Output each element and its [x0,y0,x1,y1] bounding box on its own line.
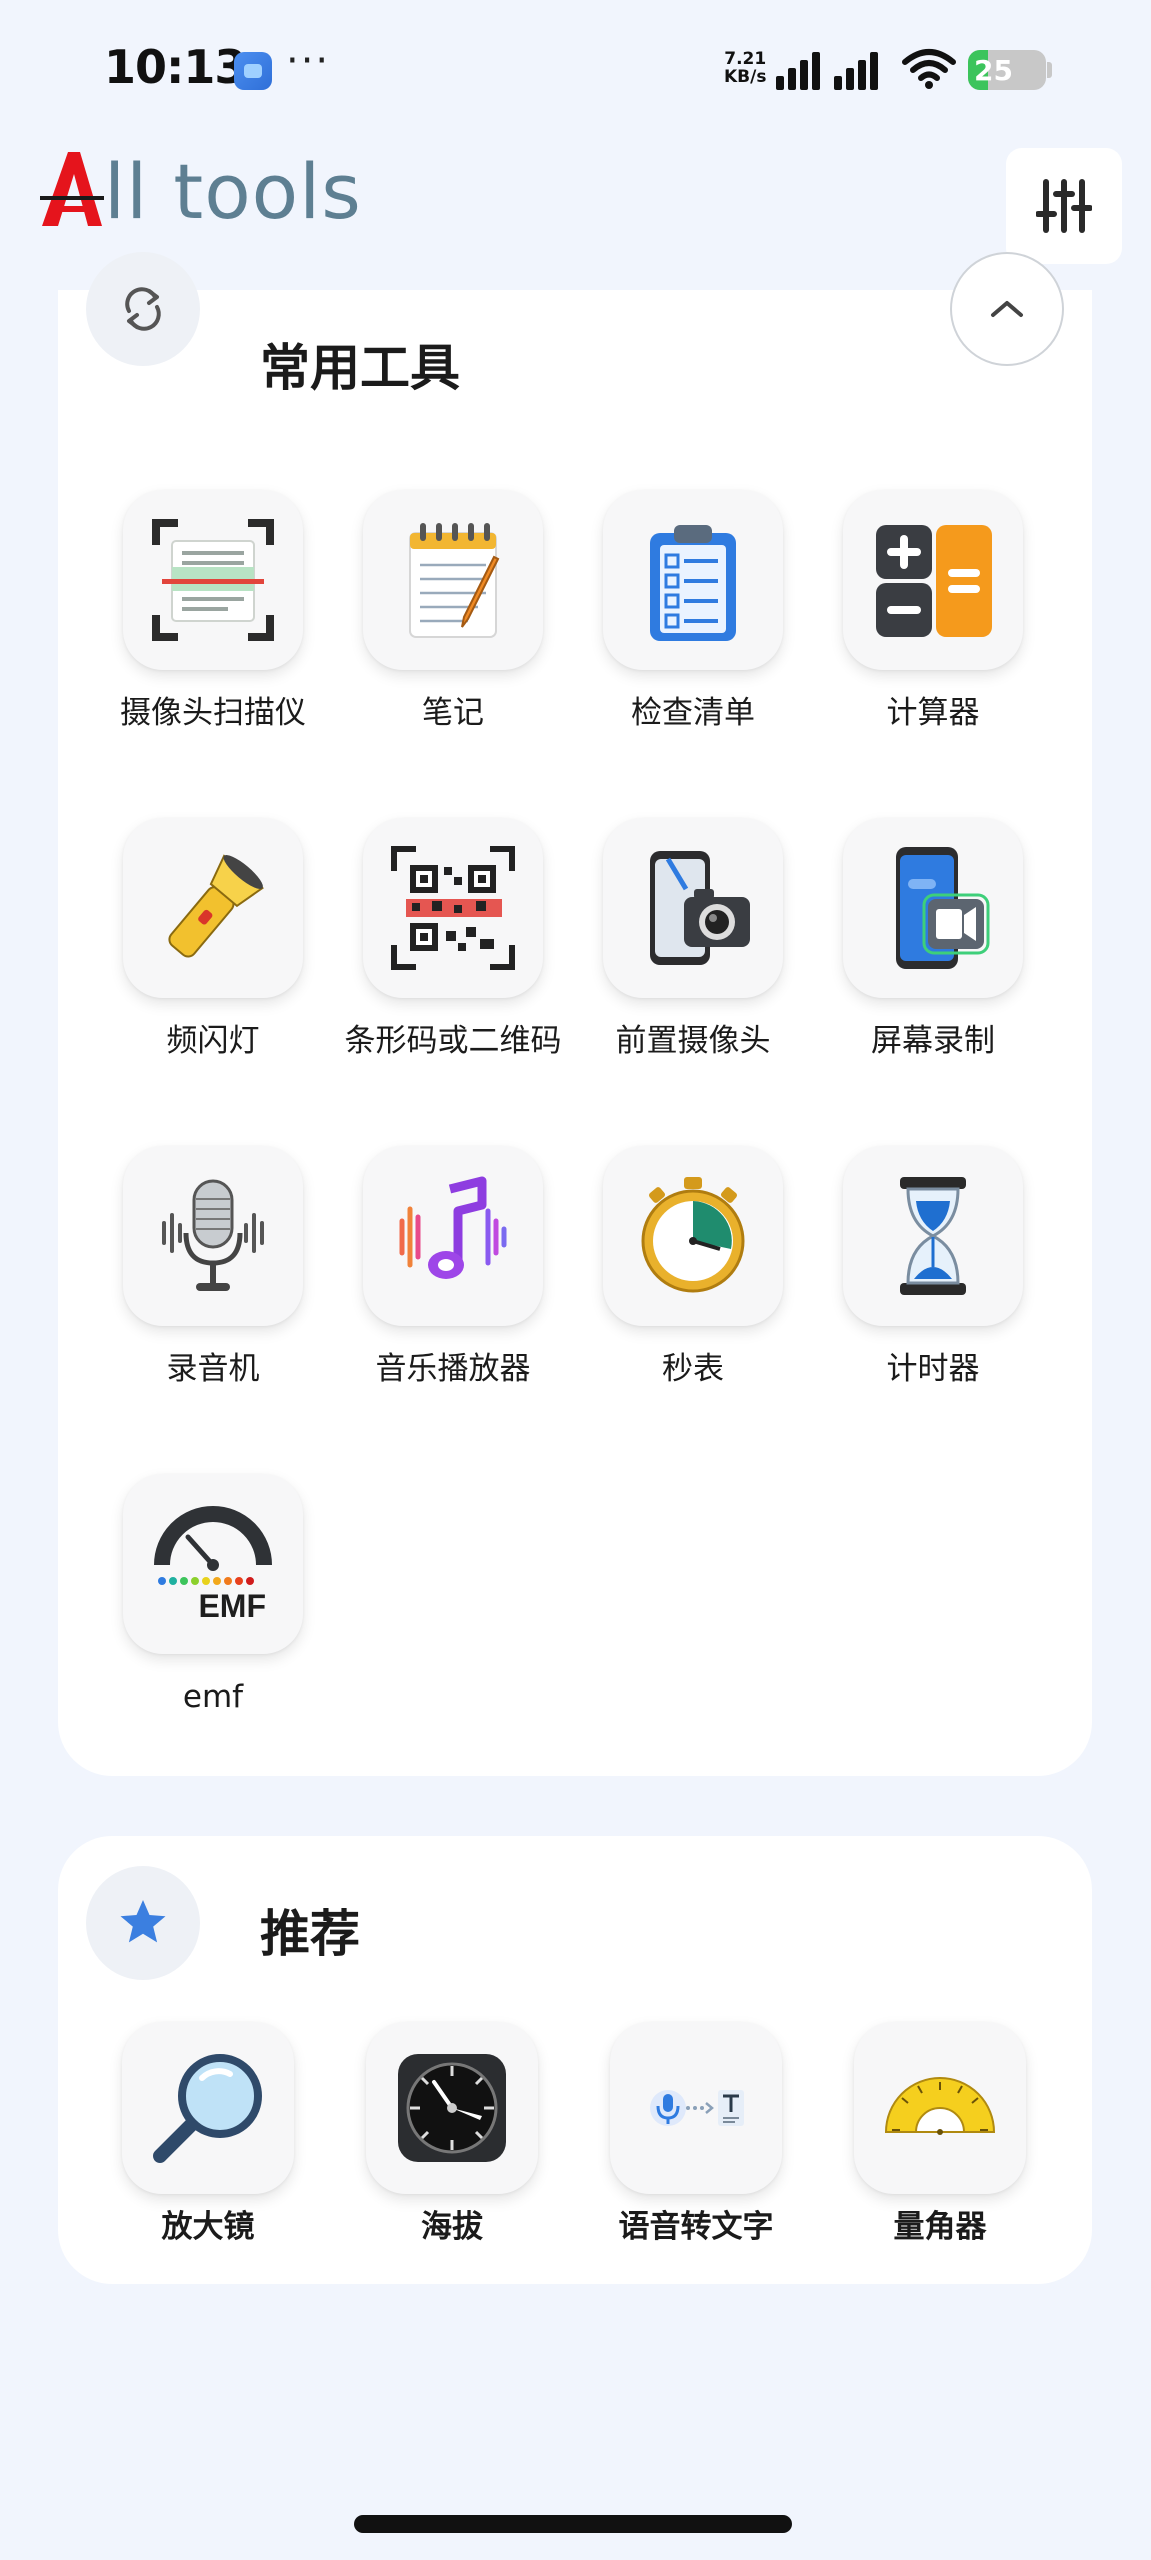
tool-barcode-qr[interactable]: 条形码或二维码 [343,818,563,1062]
more-notifications-icon: ··· [286,38,331,84]
status-bar: 10:13 ··· 7.21 KB/s 25 [0,0,1151,140]
emf-meter-icon: EMF [123,1474,303,1654]
battery-tip [1047,62,1052,78]
flashlight-icon [123,818,303,998]
app-notification-icon [234,52,272,90]
tool-front-camera[interactable]: 前置摄像头 [583,818,803,1062]
tool-label: 摄像头扫描仪 [120,695,306,731]
cellular-signal-icon [776,52,878,90]
tool-calculator[interactable]: 计算器 [823,490,1043,734]
network-speed-unit: KB/s [724,67,767,87]
tool-label: emf [182,1679,244,1715]
tool-label: 海拔 [421,2209,483,2245]
front-camera-icon [603,818,783,998]
emf-icon-text: EMF [198,1588,266,1624]
tool-checklist[interactable]: 检查清单 [583,490,803,734]
altimeter-icon [366,2022,538,2194]
battery-level: 25 [974,54,1013,87]
tool-timer[interactable]: 计时器 [823,1146,1043,1390]
tool-speech-to-text[interactable]: 语音转文字 [586,2022,806,2248]
magnifier-icon [122,2022,294,2194]
app-title: ll tools [40,147,362,236]
star-icon [86,1866,200,1980]
stopwatch-icon [603,1146,783,1326]
chevron-up-icon [991,301,1023,317]
recommended-card: 推荐 放大镜 海拔 语音转文字 量角器 [58,1836,1092,2284]
filter-settings-button[interactable] [1006,148,1122,264]
tool-label: 前置摄像头 [615,1023,771,1059]
hourglass-icon [843,1146,1023,1326]
tool-stopwatch[interactable]: 秒表 [583,1146,803,1390]
tool-label: 量角器 [893,2209,987,2245]
tool-protractor[interactable]: 量角器 [830,2022,1050,2248]
common-tools-title: 常用工具 [260,339,460,397]
battery-icon: 25 [968,50,1046,90]
tool-magnifier[interactable]: 放大镜 [98,2022,318,2248]
tool-altitude[interactable]: 海拔 [342,2022,562,2248]
tool-emf[interactable]: EMF emf [103,1474,323,1718]
microphone-icon [123,1146,303,1326]
tool-camera-scanner[interactable]: 摄像头扫描仪 [103,490,323,734]
tool-label: 笔记 [422,695,484,731]
tool-notes[interactable]: 笔记 [343,490,563,734]
tool-label: 频闪灯 [166,1023,260,1059]
app-title-text: ll tools [104,147,362,236]
protractor-icon [854,2022,1026,2194]
tool-label: 屏幕录制 [871,1023,995,1059]
wifi-icon [902,49,956,89]
recommended-title: 推荐 [260,1905,360,1963]
network-speed: 7.21 KB/s [724,50,766,86]
tool-label: 检查清单 [631,695,755,731]
tool-label: 音乐播放器 [375,1351,531,1387]
network-speed-value: 7.21 [724,49,767,69]
screen-record-icon [843,818,1023,998]
speech-to-text-icon [610,2022,782,2194]
tool-voice-recorder[interactable]: 录音机 [103,1146,323,1390]
home-indicator[interactable] [354,2515,792,2533]
common-tools-card: 常用工具 摄像头扫描仪 笔记 检查清单 计算器 频闪灯 条形码或二维码 前置摄像… [58,252,1092,1776]
tool-label: 录音机 [166,1351,260,1387]
qr-code-icon [363,818,543,998]
sliders-icon [1036,179,1092,233]
status-time: 10:13 [104,40,246,94]
music-note-icon [363,1146,543,1326]
tool-strobe-light[interactable]: 频闪灯 [103,818,323,1062]
collapse-button[interactable] [950,252,1064,366]
tool-music-player[interactable]: 音乐播放器 [343,1146,563,1390]
tool-label: 计算器 [886,695,980,731]
tool-label: 秒表 [662,1351,724,1387]
tool-label: 语音转文字 [618,2209,774,2245]
notepad-icon [363,490,543,670]
tool-label: 计时器 [886,1351,980,1387]
checklist-clipboard-icon [603,490,783,670]
refresh-chat-icon [86,252,200,366]
tool-label: 放大镜 [161,2209,255,2245]
document-scanner-icon [123,490,303,670]
tool-label: 条形码或二维码 [344,1023,562,1059]
tool-screen-record[interactable]: 屏幕录制 [823,818,1043,1062]
calculator-icon [843,490,1023,670]
logo-a-icon [40,152,104,226]
